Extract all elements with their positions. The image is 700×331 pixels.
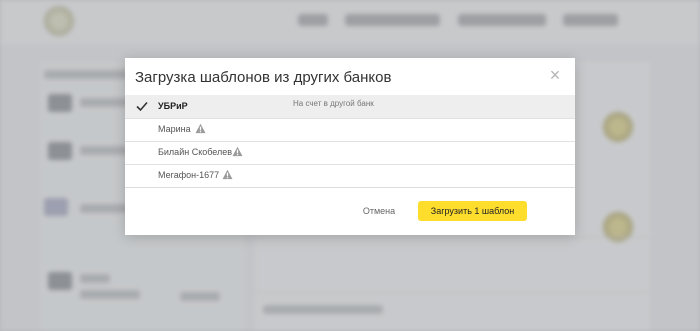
close-icon[interactable]: ×: [545, 65, 565, 85]
import-templates-dialog: Загрузка шаблонов из других банков × УБР…: [125, 58, 575, 235]
template-row[interactable]: Билайн Скобелев: [125, 141, 575, 165]
template-description: На счет в другой банк: [293, 99, 374, 108]
template-row[interactable]: Марина: [125, 118, 575, 142]
template-list: УБРиР На счет в другой банк Марина Билай…: [125, 95, 575, 188]
template-name: УБРиР: [158, 101, 188, 111]
template-name: Билайн Скобелев: [158, 147, 233, 157]
warning-icon: [222, 169, 233, 180]
load-templates-button[interactable]: Загрузить 1 шаблон: [418, 201, 527, 221]
warning-icon: [195, 123, 206, 134]
template-name: Мегафон-1677: [158, 170, 220, 180]
template-row[interactable]: Мегафон-1677: [125, 164, 575, 187]
cancel-button[interactable]: Отмена: [355, 201, 403, 221]
dialog-title: Загрузка шаблонов из других банков: [135, 69, 392, 86]
template-row[interactable]: УБРиР На счет в другой банк: [125, 95, 575, 119]
check-icon[interactable]: [135, 99, 149, 113]
warning-icon: [232, 146, 243, 157]
template-name: Марина: [158, 124, 191, 134]
